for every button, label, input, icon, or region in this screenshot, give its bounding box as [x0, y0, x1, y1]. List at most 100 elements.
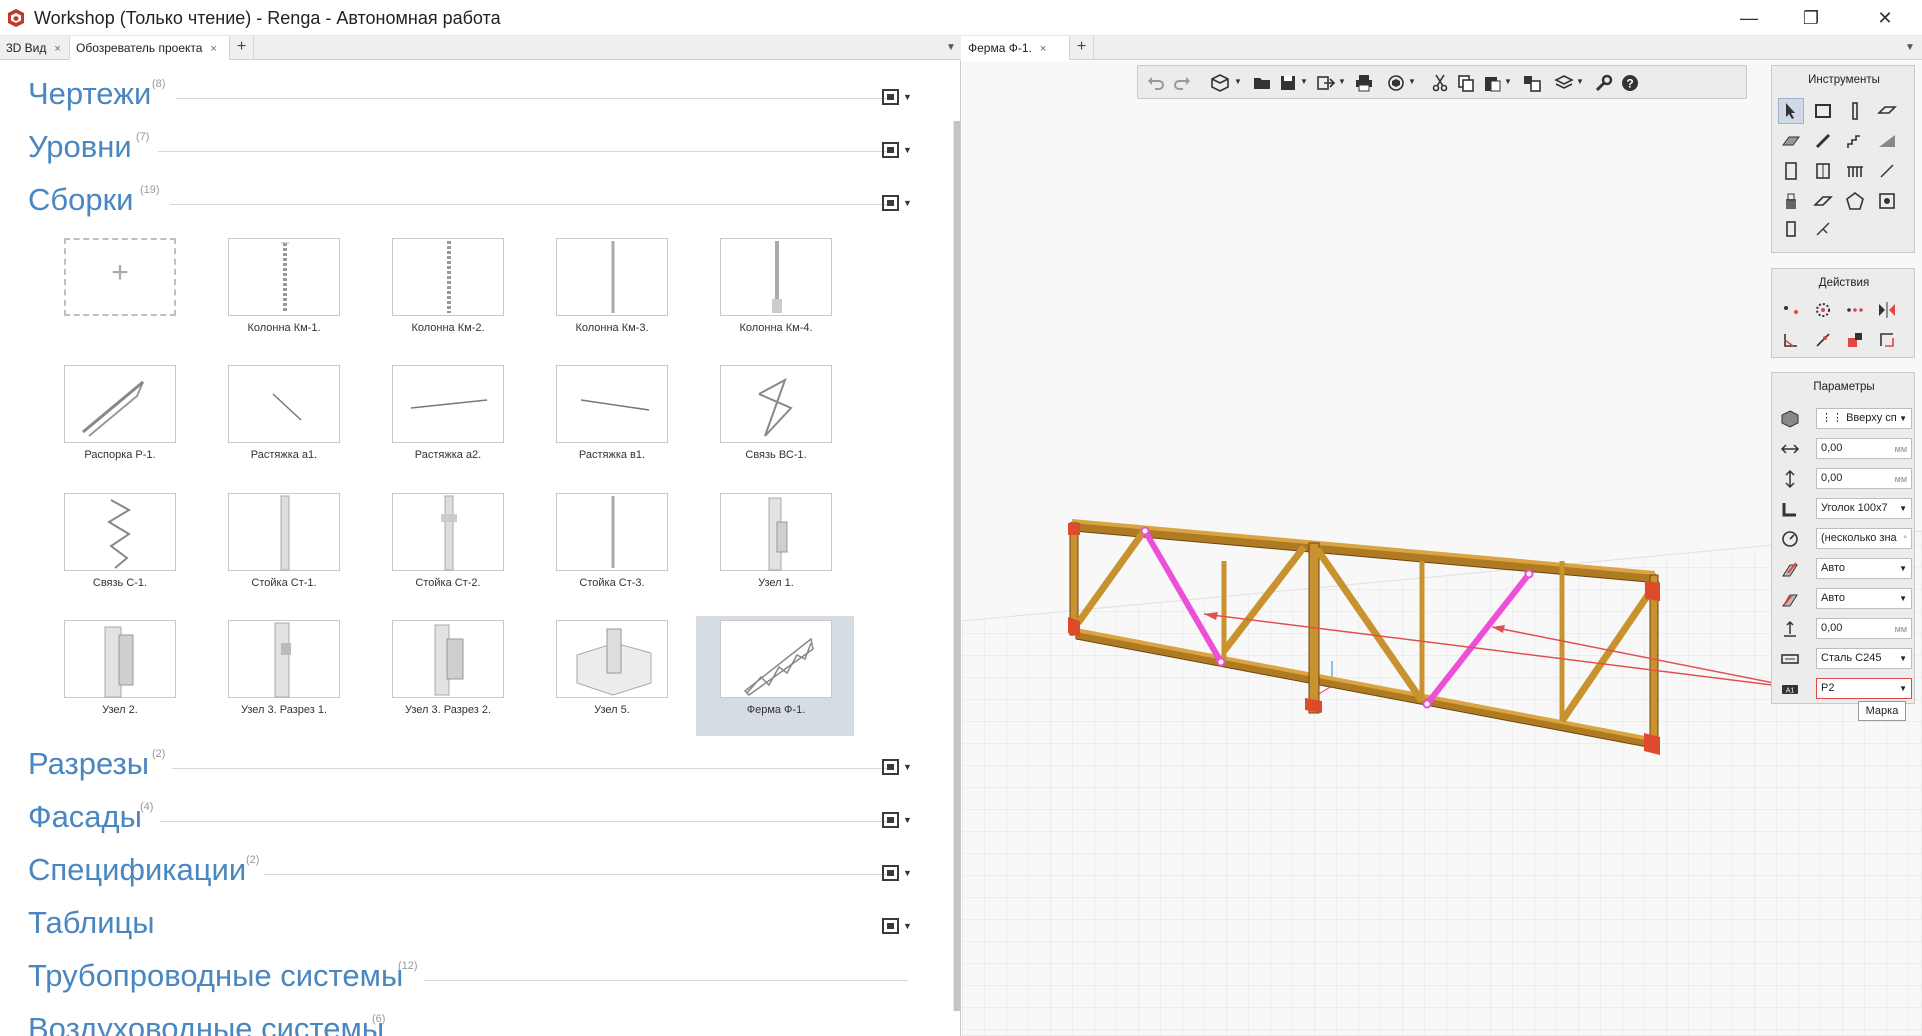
- view-mode-button[interactable]: ▼: [880, 862, 912, 886]
- chevron-down-icon[interactable]: ▼: [1504, 77, 1512, 86]
- close-button[interactable]: ✕: [1862, 0, 1908, 36]
- chevron-down-icon[interactable]: ▼: [1234, 77, 1242, 86]
- section-drawings[interactable]: Чертежи (8) ▼: [28, 76, 928, 120]
- section-title[interactable]: Чертежи: [28, 76, 151, 112]
- section-assemblies[interactable]: Сборки (19) ▼: [28, 182, 928, 226]
- tab-close-icon[interactable]: ×: [54, 43, 60, 55]
- tab-close-icon[interactable]: ×: [210, 43, 216, 55]
- section-title[interactable]: Сборки: [28, 182, 134, 218]
- vertical-scrollbar[interactable]: [953, 121, 960, 1011]
- window-tool[interactable]: [1810, 158, 1836, 184]
- restore-button[interactable]: ❐: [1788, 0, 1834, 36]
- wall-tool[interactable]: [1810, 98, 1836, 124]
- properties-button[interactable]: [1520, 71, 1544, 95]
- tab-list-chevron-down-icon[interactable]: ▼: [1900, 36, 1920, 60]
- beam-tool[interactable]: [1810, 128, 1836, 154]
- column-tool[interactable]: [1842, 98, 1868, 124]
- section-title[interactable]: Таблицы: [28, 905, 155, 941]
- section-levels[interactable]: Уровни (7) ▼: [28, 129, 928, 173]
- placement-dropdown[interactable]: ⋮⋮ Вверху сп ▼: [1816, 408, 1912, 429]
- orbit-button[interactable]: [1384, 71, 1408, 95]
- add-tab-button[interactable]: +: [230, 36, 254, 60]
- save-icon: [1281, 76, 1295, 90]
- extend-action[interactable]: [1810, 327, 1836, 353]
- layers-button[interactable]: [1552, 71, 1576, 95]
- section-tables[interactable]: Таблицы ▼: [28, 905, 928, 949]
- section-title[interactable]: Спецификации: [28, 852, 246, 888]
- settings-button[interactable]: [1592, 71, 1616, 95]
- undo-button[interactable]: [1144, 71, 1168, 95]
- tab-project-browser[interactable]: Обозреватель проекта ×: [70, 36, 230, 60]
- line-tool[interactable]: [1874, 158, 1900, 184]
- cut-end-dropdown[interactable]: Авто ▼: [1816, 588, 1912, 609]
- view-mode-button[interactable]: ▼: [880, 809, 912, 833]
- chevron-down-icon[interactable]: ▼: [1576, 77, 1584, 86]
- rebar-tool[interactable]: [1810, 216, 1836, 242]
- select-tool[interactable]: [1778, 98, 1804, 124]
- export-button[interactable]: [1314, 71, 1338, 95]
- redo-button[interactable]: [1170, 71, 1194, 95]
- floor-tool[interactable]: [1874, 98, 1900, 124]
- door-tool[interactable]: [1778, 158, 1804, 184]
- railing-tool[interactable]: [1842, 158, 1868, 184]
- print-button[interactable]: [1352, 71, 1376, 95]
- join-action[interactable]: [1874, 327, 1900, 353]
- cut-start-dropdown[interactable]: Авто ▼: [1816, 558, 1912, 579]
- section-facades[interactable]: Фасады (4) ▼: [28, 799, 928, 843]
- section-specifications[interactable]: Спецификации (2) ▼: [28, 852, 928, 896]
- copy-action[interactable]: [1842, 297, 1868, 323]
- roof-tool[interactable]: [1778, 128, 1804, 154]
- paste-button[interactable]: [1480, 71, 1504, 95]
- material-dropdown[interactable]: Сталь С245 ▼: [1816, 648, 1912, 669]
- profile-dropdown[interactable]: Уголок 100х7 ▼: [1816, 498, 1912, 519]
- view-mode-button[interactable]: ▼: [880, 139, 912, 163]
- equipment-tool[interactable]: [1778, 188, 1804, 214]
- section-duct-systems[interactable]: Воздуховодные системы (6): [28, 1011, 928, 1036]
- section-pipe-systems[interactable]: Трубопроводные системы (12): [28, 958, 928, 1002]
- offset-x-input[interactable]: 0,00 мм: [1816, 438, 1912, 459]
- view-mode-button[interactable]: ▼: [880, 86, 912, 110]
- section-title[interactable]: Воздуховодные системы: [28, 1011, 384, 1036]
- tab-close-icon[interactable]: ×: [1040, 43, 1046, 55]
- stair-tool[interactable]: [1842, 128, 1868, 154]
- beam-icon: [1815, 133, 1831, 149]
- rotate-action[interactable]: [1810, 297, 1836, 323]
- section-title[interactable]: Фасады: [28, 799, 142, 835]
- mirror-action[interactable]: [1874, 297, 1900, 323]
- chevron-down-icon[interactable]: ▼: [1338, 77, 1346, 86]
- section-title[interactable]: Уровни: [28, 129, 132, 165]
- offset-y-input[interactable]: 0,00 мм: [1816, 468, 1912, 489]
- plate-tool[interactable]: [1778, 216, 1804, 242]
- chevron-down-icon[interactable]: ▼: [1300, 77, 1308, 86]
- move-action[interactable]: [1778, 297, 1804, 323]
- view-mode-button[interactable]: ▼: [880, 192, 912, 216]
- section-divider: [424, 980, 908, 981]
- tab-list-chevron-down-icon[interactable]: ▼: [941, 36, 961, 60]
- view-mode-button[interactable]: ▼: [880, 915, 912, 939]
- opening-tool[interactable]: [1810, 188, 1836, 214]
- scrollbar-thumb[interactable]: [954, 121, 960, 1011]
- section-sections[interactable]: Разрезы (2) ▼: [28, 746, 928, 790]
- align-action[interactable]: [1842, 327, 1868, 353]
- view-cube-button[interactable]: [1208, 71, 1232, 95]
- element-tool[interactable]: [1842, 188, 1868, 214]
- view-mode-button[interactable]: ▼: [880, 756, 912, 780]
- section-title[interactable]: Трубопроводные системы: [28, 958, 403, 994]
- add-tab-button[interactable]: +: [1070, 36, 1094, 60]
- trim-action[interactable]: [1778, 327, 1804, 353]
- open-button[interactable]: [1250, 71, 1274, 95]
- rotation-input[interactable]: (несколько зна °: [1816, 528, 1912, 549]
- save-button[interactable]: [1276, 71, 1300, 95]
- chevron-down-icon[interactable]: ▼: [1408, 77, 1416, 86]
- tab-3d-view[interactable]: 3D Вид ×: [0, 36, 70, 60]
- tab-truss-f1[interactable]: Ферма Ф-1. ×: [962, 36, 1070, 60]
- help-button[interactable]: ?: [1618, 71, 1642, 95]
- section-title[interactable]: Разрезы: [28, 746, 149, 782]
- offset-z-input[interactable]: 0,00 мм: [1816, 618, 1912, 639]
- cut-button[interactable]: [1428, 71, 1452, 95]
- assembly-tool[interactable]: [1874, 188, 1900, 214]
- mark-dropdown[interactable]: Р2 ▼: [1816, 678, 1912, 699]
- ramp-tool[interactable]: [1874, 128, 1900, 154]
- copy-button[interactable]: [1454, 71, 1478, 95]
- minimize-button[interactable]: —: [1726, 0, 1772, 36]
